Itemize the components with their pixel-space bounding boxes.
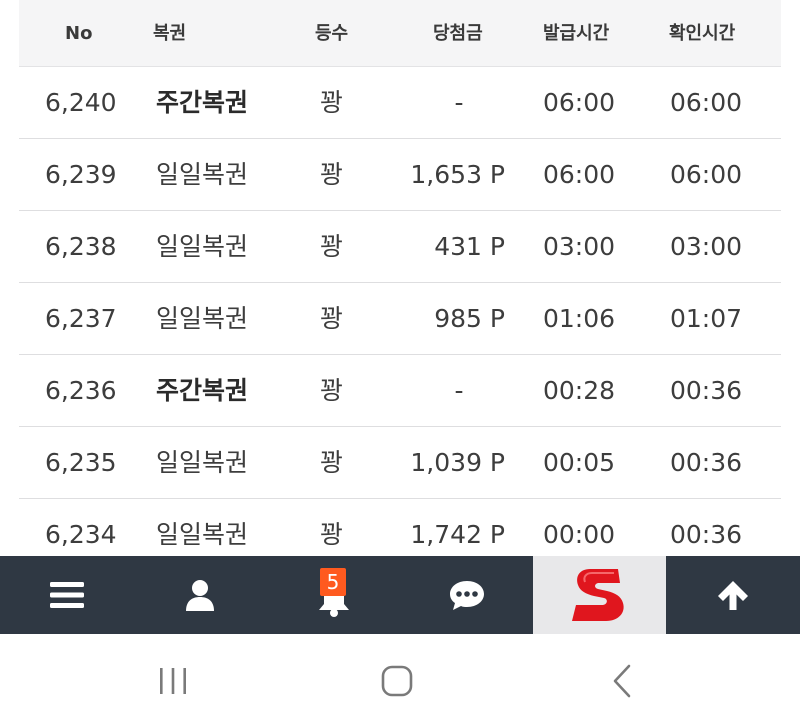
- cell-prize: 985 P: [434, 304, 505, 333]
- cell-type: 일일복권: [156, 448, 249, 477]
- cell-issued-time: 00:00: [543, 520, 616, 549]
- header-no: No: [65, 23, 93, 44]
- header-prize: 당첨금: [433, 23, 483, 44]
- header-type: 복권: [153, 23, 187, 44]
- cell-prize: 1,039 P: [410, 448, 505, 477]
- table-row: 6,240 주간복권 꽝 - 06:00 06:00: [19, 67, 781, 139]
- cell-issued-time: 00:28: [543, 376, 616, 405]
- table-body: 6,240 주간복권 꽝 -06:00 06:00 6,239 일일복권 꽝 1,653 P 06…: [19, 67, 781, 556]
- home-button[interactable]: [357, 634, 437, 728]
- bottom-nav-bar: 5: [0, 556, 800, 634]
- profile-button[interactable]: [133, 556, 267, 634]
- user-icon: [186, 580, 214, 611]
- cell-issued-time: 00:05: [543, 448, 616, 477]
- logo-s-icon: [571, 569, 624, 621]
- header-issued-time: 발급시간: [543, 23, 610, 44]
- notification-badge: 5: [320, 568, 346, 596]
- system-navigation-bar: [0, 634, 800, 728]
- menu-button[interactable]: [0, 556, 133, 634]
- table-row: 6,234 일일복권 꽝 1,742 P 00:00 00:36: [19, 499, 781, 556]
- cell-issued-time: 03:00: [543, 232, 616, 261]
- cell-no: 6,240: [45, 88, 117, 117]
- cell-rank: 꽝: [320, 160, 344, 189]
- cell-issued-time: 06:00: [543, 88, 616, 117]
- table-row: 6,235 일일복권 꽝 1,039 P 00:05 00:36: [19, 427, 781, 499]
- cell-checked-time: 03:00: [670, 232, 743, 261]
- cell-checked-time: 06:00: [670, 160, 743, 189]
- recents-button[interactable]: [133, 634, 213, 728]
- cell-rank: 꽝: [320, 376, 344, 405]
- arrow-up-icon: [718, 581, 748, 610]
- cell-checked-time: 06:00: [670, 88, 743, 117]
- cell-rank: 꽝: [320, 448, 344, 477]
- cell-rank: 꽝: [320, 232, 344, 261]
- table-row: 6,238 일일복권 꽝 431 P 03:00 03:00: [19, 211, 781, 283]
- cell-rank: 꽝: [320, 88, 344, 117]
- cell-type: 일일복권: [156, 160, 249, 189]
- cell-type: 주간복권: [156, 376, 249, 405]
- table-row: 6,239 일일복권 꽝 1,653 P 06:00 06:00: [19, 139, 781, 211]
- site-logo-button[interactable]: [533, 556, 666, 634]
- table-row: 6,236 주간복권 꽝 - 00:28 00:36: [19, 355, 781, 427]
- cell-no: 6,238: [45, 232, 117, 261]
- cell-type: 주간복권: [156, 88, 249, 117]
- back-button[interactable]: [582, 634, 662, 728]
- cell-issued-time: 06:00: [543, 160, 616, 189]
- cell-prize: 1,742 P: [410, 520, 505, 549]
- cell-rank: 꽝: [320, 304, 344, 333]
- recents-icon: [160, 668, 186, 694]
- cell-type: 일일복권: [156, 304, 249, 333]
- header-checked-time: 확인시간: [669, 23, 736, 44]
- lottery-history-table: No 복권 등수 당첨금 발급시간 확인시간 6,240 주간복권 꽝 -06:00 0…: [0, 0, 800, 556]
- cell-checked-time: 00:36: [670, 448, 743, 477]
- header-rank: 등수: [315, 23, 349, 44]
- cell-type: 일일복권: [156, 520, 249, 549]
- scroll-to-top-button[interactable]: [666, 556, 800, 634]
- cell-type: 일일복권: [156, 232, 249, 261]
- cell-checked-time: 01:07: [670, 304, 743, 333]
- back-icon: [613, 664, 631, 698]
- menu-icon: [49, 582, 84, 608]
- cell-rank: 꽝: [320, 520, 344, 549]
- cell-no: 6,237: [45, 304, 117, 333]
- cell-no: 6,235: [45, 448, 117, 477]
- cell-checked-time: 00:36: [670, 376, 743, 405]
- cell-prize: 431 P: [434, 232, 505, 261]
- home-icon: [381, 665, 413, 697]
- cell-prize: -: [454, 88, 464, 117]
- chat-icon: [449, 581, 484, 610]
- cell-prize: 1,653 P: [410, 160, 505, 189]
- cell-checked-time: 00:36: [670, 520, 743, 549]
- cell-prize: -: [454, 376, 464, 405]
- cell-no: 6,236: [45, 376, 117, 405]
- chat-button[interactable]: [400, 556, 533, 634]
- cell-no: 6,234: [45, 520, 117, 549]
- cell-no: 6,239: [45, 160, 117, 189]
- cell-issued-time: 01:06: [543, 304, 616, 333]
- table-row: 6,237 일일복권 꽝 985 P 01:06 01:07: [19, 283, 781, 355]
- table-header: No 복권 등수 당첨금 발급시간 확인시간: [19, 0, 781, 67]
